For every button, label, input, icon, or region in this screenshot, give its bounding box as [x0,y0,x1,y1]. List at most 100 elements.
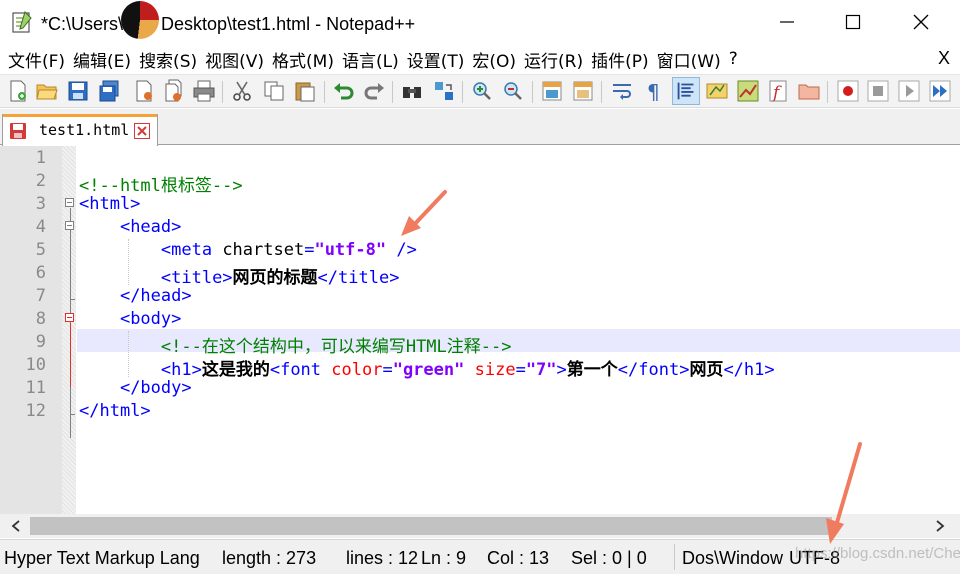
toolbar-separator [827,81,828,103]
menu-view[interactable]: 视图(V) [197,47,264,72]
code-token: <!--html根标签--> [79,176,243,196]
code-token: /> [386,240,417,260]
undo-icon[interactable] [332,79,356,103]
function-list-icon[interactable]: f [767,79,791,103]
indent-guide-icon[interactable] [672,77,700,105]
save-all-icon[interactable] [97,79,121,103]
close-document-button[interactable]: X [938,48,950,69]
menu-help[interactable]: ? [721,49,738,69]
code-token: chartset [222,240,305,260]
code-line[interactable]: <h1>这是我的<font color="green" size="7">第一个… [79,355,775,380]
find-icon[interactable] [400,79,424,103]
status-col: Col : 13 [487,548,550,568]
scroll-left-button[interactable] [6,516,26,536]
code-line[interactable]: <!--在这个结构中，可以来编写HTML注释--> [79,332,512,357]
toolbar-separator [324,81,325,103]
code-token: <body> [119,309,182,329]
save-icon[interactable] [66,79,90,103]
menu-window[interactable]: 窗口(W) [649,47,721,72]
maximize-icon [845,14,861,30]
redo-icon[interactable] [362,79,386,103]
fold-marker-head[interactable] [65,221,74,230]
code-line[interactable]: <head> [79,217,181,237]
status-lines: lines : 12 [346,548,419,568]
code-line[interactable]: <html> [79,194,140,214]
copy-icon[interactable] [262,79,286,103]
cut-icon[interactable] [230,79,254,103]
open-file-icon[interactable] [35,79,59,103]
user-language-icon[interactable] [705,79,729,103]
menu-search[interactable]: 搜索(S) [131,47,197,72]
tab-bar: test1.html [0,109,960,146]
status-separator [674,544,675,570]
print-icon[interactable] [192,79,216,103]
code-token: "green" [392,360,465,380]
close-window-button[interactable] [906,8,936,36]
status-sel: Sel : 0 | 0 [571,548,647,568]
code-line[interactable]: <body> [79,309,181,329]
notepad-app-icon [12,11,32,33]
tab-close-icon[interactable] [134,123,150,139]
playback-macro-icon[interactable] [897,79,921,103]
code-line[interactable]: <title>网页的标题</title> [79,263,400,288]
status-ln: Ln : 9 [421,548,467,568]
paste-icon[interactable] [293,79,317,103]
maximize-button[interactable] [838,8,868,36]
menu-plugins[interactable]: 插件(P) [583,47,649,72]
menu-file[interactable]: 文件(F) [0,47,65,72]
fold-marker-html[interactable] [65,198,74,207]
minimize-button[interactable] [772,8,802,36]
chevron-right-icon [936,520,945,532]
tab-test1-html[interactable]: test1.html [2,114,158,146]
word-wrap-icon[interactable] [610,79,634,103]
toolbar-separator [601,81,602,103]
new-file-icon[interactable] [6,79,30,103]
menu-edit[interactable]: 编辑(E) [65,47,131,72]
code-line[interactable]: </head> [79,286,192,306]
menu-run[interactable]: 运行(R) [516,47,583,72]
status-eol[interactable]: Dos\Window [682,548,783,569]
code-line[interactable]: </body> [79,378,192,398]
horizontal-scrollbar[interactable] [0,514,960,538]
horizontal-scroll-thumb[interactable] [30,517,832,535]
menu-macro[interactable]: 宏(O) [464,47,516,72]
run-macro-multiple-icon[interactable] [928,79,952,103]
doc-map-icon[interactable] [736,79,760,103]
code-token: <!--在这个结构中，可以来编写HTML注释--> [160,337,512,357]
replace-icon[interactable] [432,79,456,103]
record-macro-icon[interactable] [836,79,860,103]
stop-record-icon[interactable] [866,79,890,103]
code-line[interactable]: </html> [79,401,151,421]
zoom-in-icon[interactable] [470,79,494,103]
fold-marker-body[interactable] [65,313,74,322]
tab-label: test1.html [39,121,130,139]
code-token: <head> [119,217,182,237]
menu-settings[interactable]: 设置(T) [399,47,465,72]
menu-format[interactable]: 格式(M) [264,47,334,72]
code-token: <meta [160,240,223,260]
code-line[interactable]: <!--html根标签--> [79,171,243,196]
close-all-icon[interactable] [162,79,186,103]
tab-active-indicator [3,114,157,117]
code-token: > [556,360,567,380]
sync-horizontal-icon[interactable] [571,79,595,103]
code-token: "7" [525,360,557,380]
code-token: <html> [79,194,141,214]
line-number: 12 [25,401,46,421]
code-token: <title> [160,268,233,288]
close-file-icon[interactable] [132,79,156,103]
code-editor[interactable]: 1 2 3 4 5 6 7 8 9 10 11 12 <!--html根标签--> <html> <he… [0,146,960,514]
show-all-chars-icon[interactable]: ¶ [641,79,665,103]
menu-language[interactable]: 语言(L) [334,47,399,72]
zoom-out-icon[interactable] [501,79,525,103]
scroll-right-button[interactable] [930,516,950,536]
folder-workspace-icon[interactable] [797,79,821,103]
code-line[interactable]: <meta chartset="utf-8" /> [79,240,417,260]
unsaved-file-icon [10,123,26,139]
code-token: 这是我的 [201,360,270,380]
code-token: = [304,240,315,260]
sync-vertical-icon[interactable] [540,79,564,103]
